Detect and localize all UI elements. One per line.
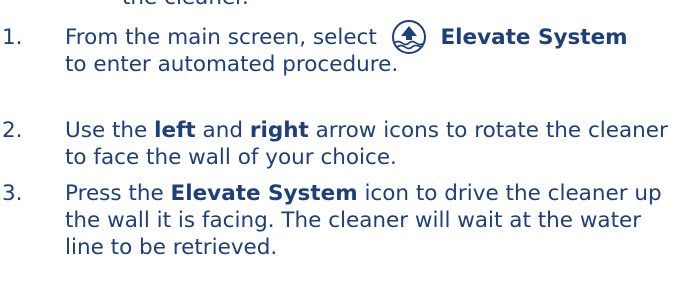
clipped-previous-line: the cleaner. xyxy=(122,0,249,11)
step-text: Press the xyxy=(65,181,171,206)
elevate-system-icon-svg xyxy=(391,20,426,54)
step-bold-text: Elevate System xyxy=(170,181,358,206)
step-line: to face the wall of your choice. xyxy=(65,145,397,170)
step-line: to enter automated procedure. xyxy=(65,52,399,77)
step-body: Use the left and right arrow icons to ro… xyxy=(65,117,670,171)
step-number: 1. xyxy=(2,25,23,50)
elevate-system-icon xyxy=(384,20,434,54)
step-text: Use the xyxy=(65,118,155,143)
step-text: icon to drive the cleaner up xyxy=(357,181,662,206)
step-text: arrow icons to rotate the cleaner xyxy=(308,118,668,143)
step-bold-text: right xyxy=(249,118,309,143)
step-line: Press the Elevate System icon to drive t… xyxy=(65,180,670,207)
step-body: Press the Elevate System icon to drive t… xyxy=(65,180,670,261)
step-number: 3. xyxy=(2,181,23,206)
step-line: From the main screen, select Elevate Sys… xyxy=(65,20,670,54)
step-line: line to be retrieved. xyxy=(65,235,278,260)
step-text: and xyxy=(195,118,250,143)
step-body: From the main screen, select Elevate Sys… xyxy=(65,20,670,78)
step-bold-text: left xyxy=(154,118,196,143)
step-number: 2. xyxy=(2,118,23,143)
step-bold-text: Elevate System xyxy=(440,25,628,50)
step-text: From the main screen, select xyxy=(65,25,377,50)
step-line: Use the left and right arrow icons to ro… xyxy=(65,117,670,144)
step-line: the wall it is facing. The cleaner will … xyxy=(65,208,642,233)
